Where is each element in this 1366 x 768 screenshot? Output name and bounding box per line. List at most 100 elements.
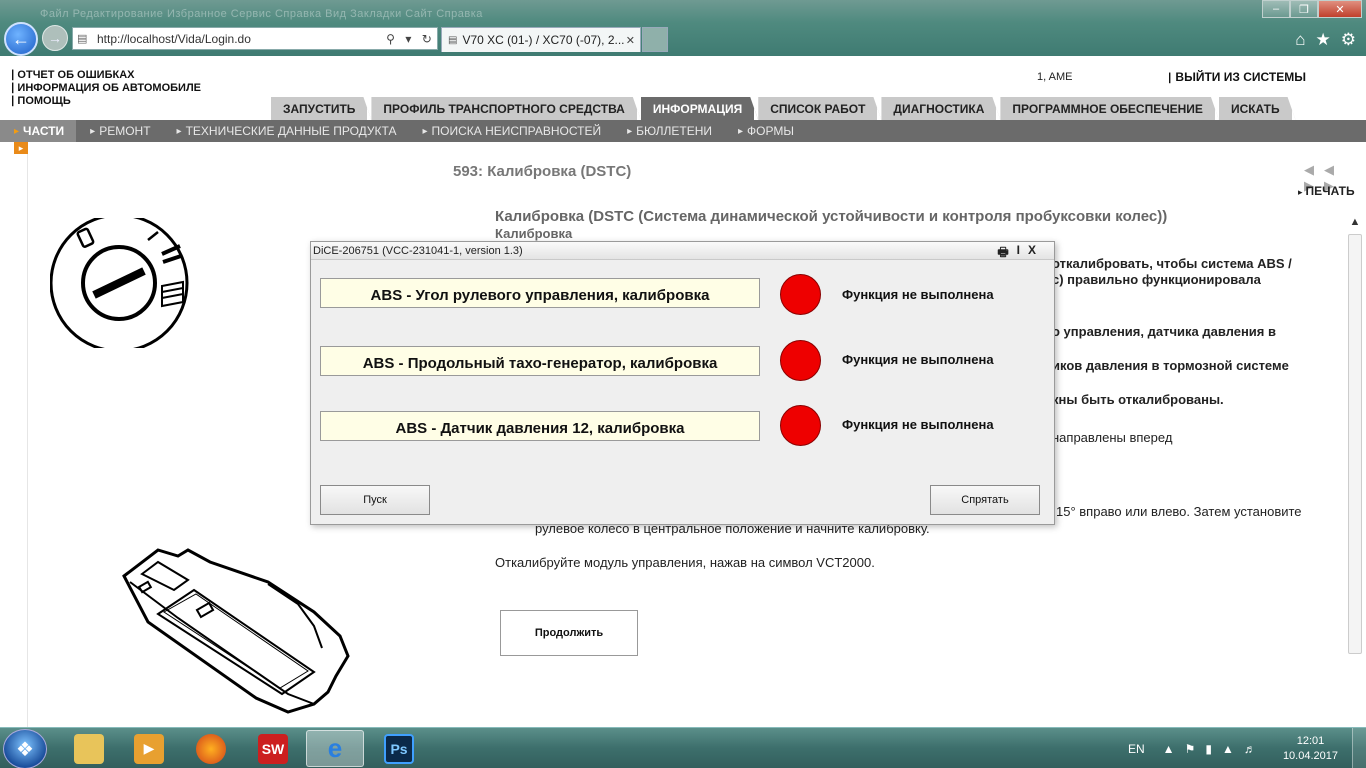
forward-button[interactable]: → (42, 25, 68, 51)
subnav-bulletins[interactable]: БЮЛЛЕТЕНИ (613, 120, 724, 142)
subnav-troubleshooting[interactable]: ПОИСКА НЕИСПРАВНОСТЕЙ (408, 120, 613, 142)
show-desktop-button[interactable] (1352, 728, 1366, 768)
sub-navigation: ЧАСТИ РЕМОНТ ТЕХНИЧЕСКИЕ ДАННЫЕ ПРОДУКТА… (0, 120, 1366, 142)
subnav-repair[interactable]: РЕМОНТ (76, 120, 162, 142)
browser-menu-hint: Файл Редактирование Избранное Сервис Спр… (40, 8, 483, 20)
dialog-tools: 🖶 I X (997, 243, 1036, 264)
link-help[interactable]: ПОМОЩЬ (10, 95, 201, 108)
calibration-status: Функция не выполнена (842, 417, 994, 432)
clock[interactable]: 12:01 10.04.2017 (1283, 734, 1338, 764)
doc-line: с) правильно функционировала (1052, 272, 1261, 287)
address-bar[interactable]: ▤ http://localhost/Vida/Login.do ⚲ ▾ ↻ (72, 27, 438, 50)
start-button-windows[interactable]: ❖ (3, 729, 47, 768)
show-hidden-icon[interactable]: ▲ (1163, 742, 1175, 756)
close-icon[interactable]: X (1028, 243, 1036, 264)
tab-icon: ▤ (448, 34, 458, 46)
refresh-icon[interactable]: ↻ (422, 32, 432, 46)
taskbar-internet-explorer[interactable]: e (306, 730, 364, 767)
tab-search[interactable]: ИСКАТЬ (1219, 97, 1296, 120)
ignition-switch-illustration (50, 218, 189, 348)
printer-icon[interactable]: 🖶 (997, 243, 1008, 264)
link-error-report[interactable]: ОТЧЕТ ОБ ОШИБКАХ (10, 69, 201, 82)
firefox-icon (196, 733, 226, 764)
calibration-label: ABS - Угол рулевого управления, калибров… (320, 278, 760, 308)
scroll-track[interactable] (1348, 234, 1362, 654)
folder-icon (74, 733, 104, 764)
document-heading: Калибровка (DSTC (Система динамической у… (495, 208, 1168, 225)
hide-button[interactable]: Спрятать (930, 485, 1040, 515)
document-subheading: Калибровка (495, 226, 573, 241)
taskbar-solidworks[interactable]: SW (244, 730, 302, 767)
expand-icon[interactable]: ▸ (14, 142, 28, 154)
internet-explorer-icon: e (327, 733, 343, 763)
arrow-left-icon: ← (12, 28, 30, 49)
print-link[interactable]: ПЕЧАТЬ (1298, 184, 1355, 198)
photoshop-icon: Ps (384, 733, 414, 764)
minimize-button[interactable]: – (1262, 0, 1290, 18)
solidworks-icon: SW (258, 733, 288, 764)
logout-link[interactable]: ВЫЙТИ ИЗ СИСТЕМЫ (1167, 70, 1306, 84)
start-button[interactable]: Пуск (320, 485, 430, 515)
media-player-icon: ▶ (134, 733, 164, 764)
taskbar-media-player[interactable]: ▶ (120, 730, 178, 767)
calibration-status: Функция не выполнена (842, 287, 994, 302)
scroll-up-icon[interactable]: ▲ (1346, 216, 1364, 234)
taskbar-firefox[interactable] (182, 730, 240, 767)
dropdown-icon[interactable]: ▾ (405, 32, 411, 46)
tray-icons: ▲ ⚑ ▮ ▲ ♬ (1163, 742, 1256, 756)
clock-time: 12:01 (1296, 735, 1325, 747)
windows-logo-icon: ❖ (16, 738, 34, 761)
browser-chrome: Файл Редактирование Избранное Сервис Спр… (0, 0, 1366, 56)
language-indicator[interactable]: EN (1128, 742, 1145, 756)
maximize-button[interactable]: ❐ (1290, 0, 1318, 18)
info-icon[interactable]: I (1017, 243, 1020, 264)
tab-information[interactable]: ИНФОРМАЦИЯ (641, 97, 758, 120)
close-window-button[interactable]: ✕ (1318, 0, 1362, 18)
scrollbar[interactable]: ▲ (1346, 216, 1364, 716)
taskbar: ❖ ▶ SW e Ps EN ▲ ⚑ ▮ ▲ ♬ 12:01 10.04.201… (0, 727, 1366, 768)
calibration-status: Функция не выполнена (842, 352, 994, 367)
doc-line: откалибровать, чтобы система ABS / (1052, 256, 1292, 271)
search-icon[interactable]: ⚲ (386, 32, 395, 46)
status-led (780, 340, 821, 381)
star-icon[interactable]: ★ (1316, 30, 1331, 50)
url-text[interactable]: http://localhost/Vida/Login.do (97, 32, 381, 46)
calibration-label: ABS - Датчик давления 12, калибровка (320, 411, 760, 441)
status-led (780, 274, 821, 315)
subnav-parts[interactable]: ЧАСТИ (0, 120, 77, 142)
taskbar-photoshop[interactable]: Ps (370, 730, 428, 767)
doc-line: иков давления в тормозной системе (1052, 358, 1289, 373)
arrow-right-icon: → (48, 30, 62, 46)
tab-vehicle-profile[interactable]: ПРОФИЛЬ ТРАНСПОРТНОГО СРЕДСТВА (371, 97, 640, 120)
taskbar-explorer[interactable] (60, 730, 118, 767)
window-controls: – ❐ ✕ (1262, 0, 1362, 18)
continue-button[interactable]: Продолжить (500, 610, 638, 656)
close-tab-icon[interactable]: ✕ (626, 34, 635, 47)
tab-software[interactable]: ПРОГРАММНОЕ ОБЕСПЕЧЕНИЕ (1000, 97, 1219, 120)
flag-icon[interactable]: ⚑ (1185, 742, 1196, 756)
doc-line: кны быть откалиброваны. (1052, 392, 1224, 407)
app-header: ОТЧЕТ ОБ ОШИБКАХ ИНФОРМАЦИЯ ОБ АВТОМОБИЛ… (0, 56, 1366, 120)
new-tab-button[interactable] (642, 27, 668, 52)
tab-diagnostics[interactable]: ДИАГНОСТИКА (881, 97, 1000, 120)
battery-icon[interactable]: ▮ (1205, 742, 1212, 756)
link-vehicle-info[interactable]: ИНФОРМАЦИЯ ОБ АВТОМОБИЛЕ (10, 82, 201, 95)
network-icon[interactable]: ▲ (1222, 742, 1234, 756)
status-led (780, 405, 821, 446)
browser-tab[interactable]: ▤ V70 XC (01-) / XC70 (-07), 2... ✕ (441, 27, 641, 52)
subnav-tech-data[interactable]: ТЕХНИЧЕСКИЕ ДАННЫЕ ПРОДУКТА (163, 120, 409, 142)
doc-line: Откалибруйте модуль управления, нажав на… (495, 555, 875, 570)
user-label: 1, AME (1037, 71, 1073, 83)
volume-icon[interactable]: ♬ (1244, 742, 1256, 756)
gear-icon[interactable]: ⚙ (1341, 30, 1356, 50)
tab-start[interactable]: ЗАПУСТИТЬ (271, 97, 371, 120)
browser-favorites: ⌂ ★ ⚙ (1295, 30, 1356, 50)
vct2000-device-illustration (122, 548, 350, 714)
doc-line: 15° вправо или влево. Затем установите (1056, 504, 1302, 519)
home-icon[interactable]: ⌂ (1295, 30, 1305, 50)
subnav-forms[interactable]: ФОРМЫ (724, 120, 806, 142)
back-button[interactable]: ← (4, 22, 38, 56)
tab-work-list[interactable]: СПИСОК РАБОТ (758, 97, 881, 120)
doc-line: о управления, датчика давления в (1052, 324, 1276, 339)
left-gutter: ▸ (0, 142, 28, 727)
